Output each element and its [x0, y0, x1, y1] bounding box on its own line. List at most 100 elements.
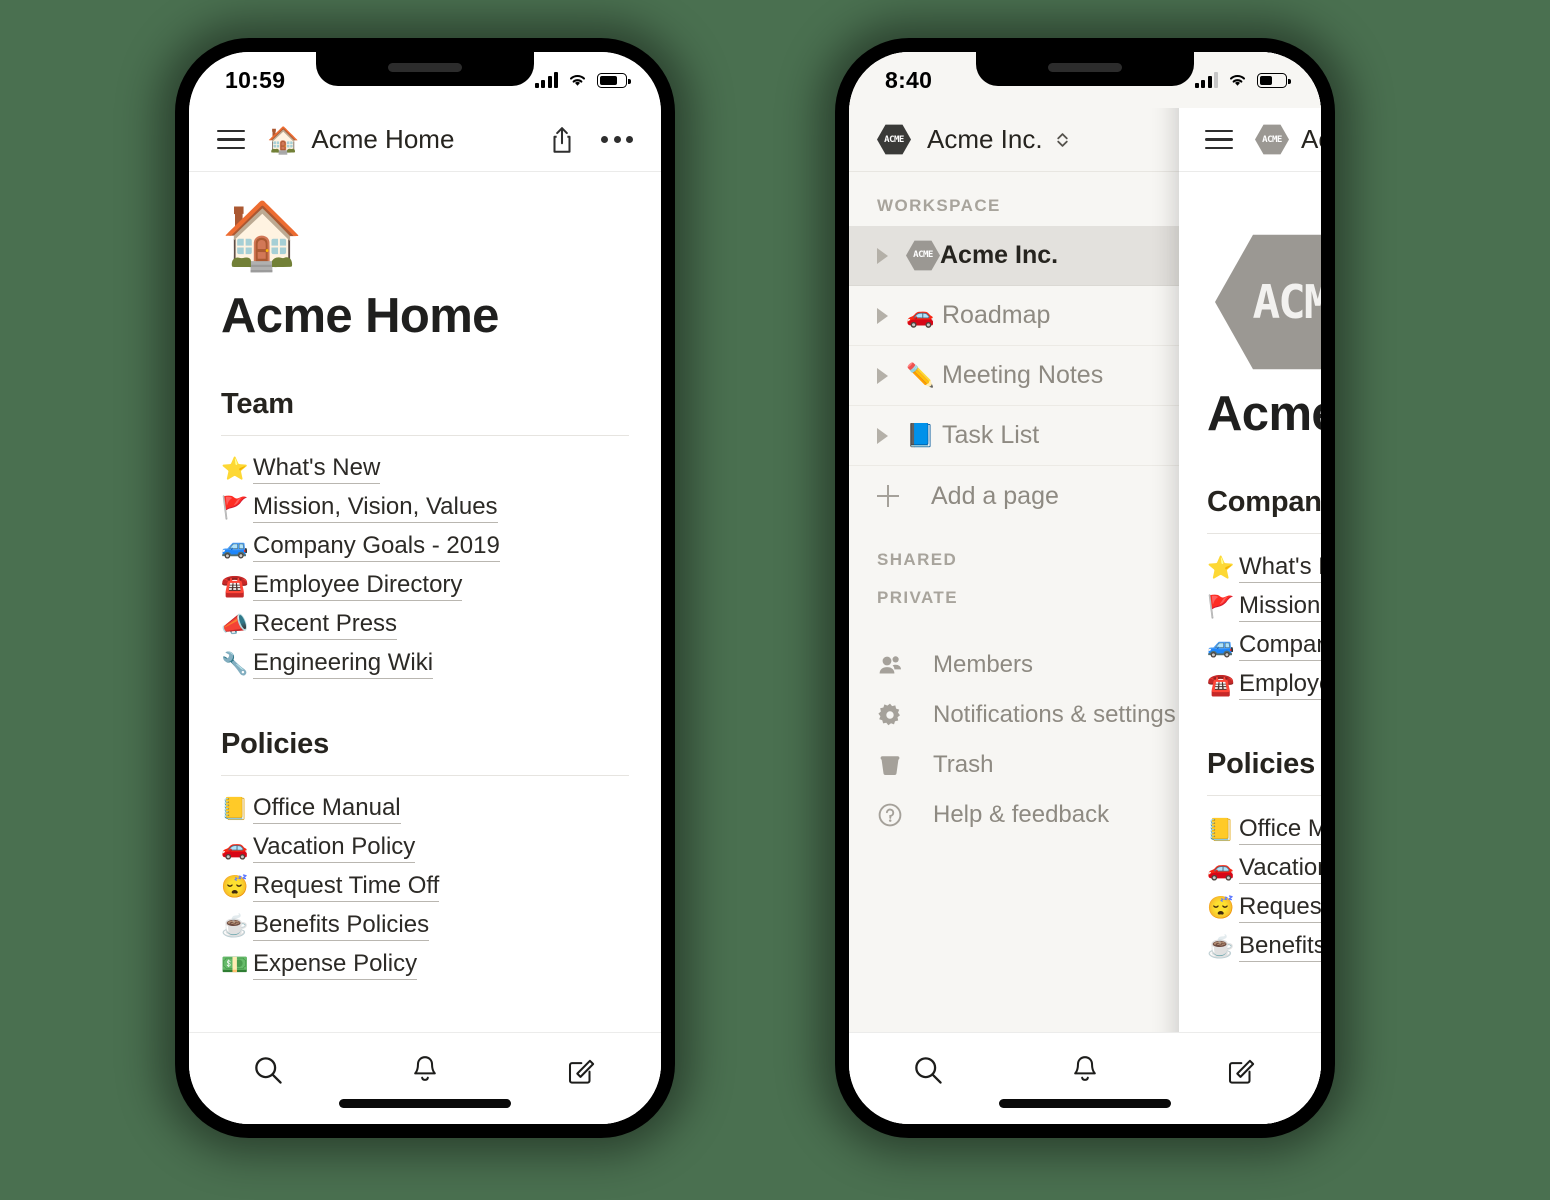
car-icon: 🚗: [1207, 855, 1235, 881]
status-icons: [1194, 72, 1291, 88]
book-icon: 📘: [906, 422, 935, 448]
list-item[interactable]: ☕ Benefits: [1207, 927, 1321, 966]
phone-right-screen: 8:40 ACME Acme Inc. WORKSPACE ACME Acme …: [849, 52, 1321, 1124]
expand-caret-icon[interactable]: [877, 307, 888, 324]
phone-right: 8:40 ACME Acme Inc. WORKSPACE ACME Acme …: [835, 38, 1335, 1138]
panel-page-title: Acme: [1207, 387, 1321, 441]
expand-caret-icon[interactable]: [877, 367, 888, 384]
link-label: Office Ma: [1239, 815, 1321, 845]
link-list: 📒 Office Ma 🚗 Vacation 😴 Request: [1207, 810, 1321, 966]
search-icon[interactable]: [233, 1047, 303, 1093]
list-item[interactable]: 📣 Recent Press: [221, 606, 629, 645]
bottom-tab-bar: [189, 1032, 661, 1124]
compose-icon[interactable]: [547, 1047, 617, 1093]
link-label: Recent Press: [253, 610, 398, 641]
list-item[interactable]: ☎️ Employee Directory: [221, 567, 629, 606]
money-icon: 💵: [221, 952, 249, 978]
list-item[interactable]: 📒 Office Ma: [1207, 810, 1321, 849]
bell-icon[interactable]: [390, 1047, 460, 1093]
link-label: Mission,: [1239, 592, 1321, 622]
list-item[interactable]: 🚙 Company Goals - 2019: [221, 528, 629, 567]
link-list: 📒 Office Manual 🚗 Vacation Policy 😴 Requ…: [221, 790, 629, 985]
link-label: Company Goals - 2019: [253, 532, 500, 563]
telephone-icon: ☎️: [1207, 671, 1235, 697]
app-bar-page-emoji: 🏠: [267, 124, 300, 155]
flag-icon: 🚩: [221, 495, 249, 521]
more-options-icon[interactable]: [601, 136, 633, 143]
section-policies: Policies 📒 Office Manual 🚗 Vacation Poli…: [221, 728, 629, 985]
members-icon: [877, 652, 907, 678]
link-label: What's New: [253, 454, 381, 485]
list-item[interactable]: 🚗 Vacation Policy: [221, 829, 629, 868]
phone-left-screen: 10:59 🏠 Acme Home 🏠 Acme Home Team ⭐ Wha…: [189, 52, 661, 1124]
share-icon[interactable]: [549, 125, 575, 155]
list-item[interactable]: ⭐ What's New: [221, 450, 629, 489]
car-icon: 🚙: [1207, 632, 1235, 658]
list-item[interactable]: 💵 Expense Policy: [221, 946, 629, 985]
list-item[interactable]: 😴 Request: [1207, 888, 1321, 927]
wifi-icon: [567, 72, 588, 88]
sleeping-face-icon: 😴: [221, 874, 249, 900]
trash-icon: [877, 752, 907, 778]
sleeping-face-icon: 😴: [1207, 894, 1235, 920]
link-label: Benefits Policies: [253, 911, 430, 942]
car-icon: 🚗: [906, 302, 935, 328]
star-icon: ⭐: [221, 456, 249, 482]
list-item[interactable]: ☎️ Employe: [1207, 665, 1321, 704]
add-page-label: Add a page: [931, 481, 1059, 510]
acme-hero-text: ACM: [1252, 275, 1321, 329]
compose-icon[interactable]: [1207, 1047, 1277, 1093]
page-title: Acme Home: [221, 288, 499, 343]
list-item[interactable]: 🚩 Mission,: [1207, 587, 1321, 626]
expand-caret-icon[interactable]: [877, 427, 888, 444]
plus-icon: [877, 485, 899, 507]
panel-app-bar: ACME Acme: [1179, 108, 1321, 172]
menu-label: Notifications & settings: [933, 701, 1176, 728]
acme-logo-icon: ACME: [1255, 123, 1289, 157]
list-item[interactable]: 📒 Office Manual: [221, 790, 629, 829]
search-icon[interactable]: [893, 1047, 963, 1093]
link-label: Benefits: [1239, 932, 1321, 962]
list-item[interactable]: 🔧 Engineering Wiki: [221, 645, 629, 684]
list-item[interactable]: ☕ Benefits Policies: [221, 907, 629, 946]
list-item[interactable]: 🚩 Mission, Vision, Values: [221, 489, 629, 528]
hamburger-icon[interactable]: [1205, 129, 1233, 150]
notch: [976, 52, 1194, 86]
link-list: ⭐ What's New 🚩 Mission, Vision, Values 🚙…: [221, 450, 629, 684]
bell-icon[interactable]: [1050, 1047, 1120, 1093]
drawer-item-label: Acme Inc.: [940, 241, 1059, 269]
link-label: Expense Policy: [253, 950, 418, 981]
pencil-icon: ✏️: [906, 362, 935, 388]
coffee-icon: ☕: [221, 913, 249, 939]
panel-app-bar-title: Acme: [1301, 124, 1321, 154]
section-heading: Policies: [1207, 748, 1321, 796]
menu-label: Members: [933, 651, 1034, 678]
phone-left: 10:59 🏠 Acme Home 🏠 Acme Home Team ⭐ Wha…: [175, 38, 675, 1138]
workspace-name: Acme Inc.: [927, 124, 1043, 154]
list-item[interactable]: ⭐ What's N: [1207, 548, 1321, 587]
wifi-icon: [1227, 72, 1248, 88]
status-clock: 10:59: [225, 66, 286, 93]
link-label: Company: [1239, 631, 1321, 661]
sliding-page-panel: ACME Acme ACM Acme Company ⭐ Wha: [1179, 52, 1321, 1124]
chevron-up-down-icon[interactable]: [1055, 131, 1070, 149]
hamburger-icon[interactable]: [217, 129, 245, 150]
expand-caret-icon[interactable]: [877, 247, 888, 264]
list-item[interactable]: 😴 Request Time Off: [221, 868, 629, 907]
section-heading: Company: [1207, 486, 1321, 534]
wrench-icon: 🔧: [221, 651, 249, 677]
list-item[interactable]: 🚗 Vacation: [1207, 849, 1321, 888]
drawer-item-label: Task List: [942, 421, 1040, 449]
list-item[interactable]: 🚙 Company: [1207, 626, 1321, 665]
link-label: Employee Directory: [253, 571, 463, 602]
page-content: 🏠 Acme Home Team ⭐ What's New 🚩 Mission,…: [189, 172, 661, 1124]
menu-label: Trash: [933, 751, 994, 778]
section-heading: Policies: [221, 728, 629, 776]
menu-label: Help & feedback: [933, 801, 1110, 828]
link-label: Vacation Policy: [253, 833, 416, 864]
panel-page-content: ACM Acme Company ⭐ What's N 🚩 Mi: [1179, 172, 1321, 1124]
speaker-grille: [1048, 63, 1122, 72]
home-indicator: [339, 1099, 511, 1108]
screenshot-stage: 10:59 🏠 Acme Home 🏠 Acme Home Team ⭐ Wha…: [0, 0, 1550, 1200]
link-label: Employe: [1239, 670, 1321, 700]
